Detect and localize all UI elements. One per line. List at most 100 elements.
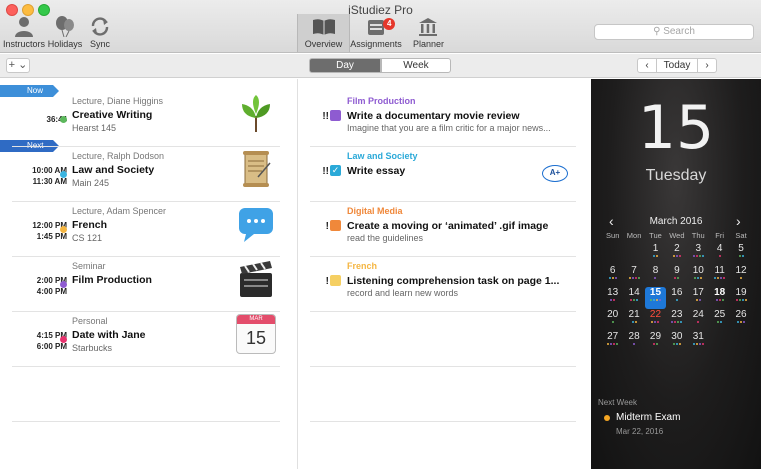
grade-badge: A+ — [542, 165, 568, 182]
event-color-dot — [60, 226, 67, 233]
calendar-day[interactable]: 9 — [666, 265, 687, 287]
calendar-day[interactable]: 12 — [730, 265, 751, 287]
event-item[interactable]: 10:00 AM 11:30 AM Lecture, Ralph Dodson L… — [12, 147, 280, 202]
event-title: Date with Jane — [72, 329, 146, 341]
calendar-day — [730, 331, 751, 353]
weekday-label: Tuesday — [645, 167, 707, 184]
calendar-day[interactable]: 2 — [666, 243, 687, 265]
weekday-header: Sat — [735, 231, 747, 240]
sync-icon — [91, 17, 109, 36]
task-checkbox[interactable] — [330, 110, 341, 121]
event-dots — [648, 343, 663, 346]
task-item[interactable]: Digital Media ! Create a moving or ‘anim… — [310, 202, 576, 257]
assignments-label: Assignments — [350, 39, 402, 49]
calendar-day[interactable]: 17 — [688, 287, 709, 309]
today-button[interactable]: Today — [656, 58, 698, 73]
calendar-day[interactable]: 18 — [709, 287, 730, 309]
event-item[interactable]: 4:15 PM 6:00 PM Personal Date with Jane S… — [12, 312, 280, 367]
event-room: Main 245 — [72, 178, 110, 188]
calendar-day[interactable]: 3 — [688, 243, 709, 265]
previous-day-button[interactable]: ‹ — [637, 58, 657, 73]
calendar-day[interactable]: 13 — [602, 287, 623, 309]
calendar-day[interactable]: 4 — [709, 243, 730, 265]
calendar-day[interactable]: 30 — [666, 331, 687, 353]
scroll-icon — [243, 151, 271, 187]
calendar-day[interactable]: 7 — [623, 265, 644, 287]
calendar-day[interactable]: 19 — [730, 287, 751, 309]
event-item[interactable]: 2:00 PM 4:00 PM Seminar Film Production — [12, 257, 280, 312]
task-title: Create a moving or ‘animated’ .gif image — [347, 220, 549, 232]
task-checkbox[interactable]: ✓ — [330, 165, 341, 176]
weekday-header: Tue — [649, 231, 662, 240]
calendar-day[interactable]: 10 — [688, 265, 709, 287]
calendar-day[interactable]: 16 — [666, 287, 687, 309]
calendar-day[interactable]: 5 — [730, 243, 751, 265]
calendar-day[interactable]: 31 — [688, 331, 709, 353]
event-dots — [605, 343, 620, 346]
calendar-day[interactable]: 22 — [645, 309, 666, 331]
event-dots — [626, 321, 641, 324]
next-week-date: Mar 22, 2016 — [616, 427, 664, 436]
calendar-day[interactable]: 28 — [623, 331, 644, 353]
assignments-button[interactable]: 4 Assignments — [350, 16, 402, 49]
week-tab[interactable]: Week — [381, 58, 451, 73]
column-divider — [297, 79, 298, 469]
calendar-day[interactable]: 11 — [709, 265, 730, 287]
event-dots — [691, 299, 706, 302]
overview-button[interactable]: Overview — [297, 14, 350, 52]
task-item[interactable]: French ! Listening comprehension task on… — [310, 257, 576, 312]
event-dots — [669, 343, 684, 346]
planner-label: Planner — [413, 39, 445, 49]
event-dots — [691, 343, 706, 346]
sync-button[interactable]: Sync — [87, 16, 113, 49]
calendar-day — [709, 331, 730, 353]
task-item[interactable]: Film Production !! Write a documentary m… — [310, 92, 576, 147]
calendar-day[interactable]: 25 — [709, 309, 730, 331]
calendar-day[interactable]: 20 — [602, 309, 623, 331]
holidays-button[interactable]: Holidays — [47, 16, 83, 49]
next-week-item[interactable]: Midterm Exam — [616, 412, 680, 423]
add-button[interactable]: + ⌄ — [6, 58, 30, 73]
day-tab[interactable]: Day — [309, 58, 381, 73]
calendar-icon: MAR 15 — [236, 314, 276, 354]
search-input[interactable]: ⚲ Search — [594, 24, 754, 40]
event-dots — [669, 299, 684, 302]
event-time: 12:00 PM 1:45 PM — [32, 221, 67, 241]
search-icon: ⚲ — [653, 26, 661, 37]
next-month-button[interactable]: › — [736, 213, 741, 229]
planner-button[interactable]: Planner — [413, 16, 445, 49]
event-dots — [691, 277, 706, 280]
next-day-button[interactable]: › — [697, 58, 717, 73]
calendar-day[interactable]: 29 — [645, 331, 666, 353]
leaf-icon — [242, 95, 270, 132]
event-time: 4:15 PM 6:00 PM — [36, 331, 67, 351]
calendar-day[interactable]: 8 — [645, 265, 666, 287]
task-checkbox[interactable] — [330, 275, 341, 286]
calendar-day — [623, 243, 644, 265]
instructors-button[interactable]: Instructors — [3, 16, 45, 49]
calendar-day[interactable]: 27 — [602, 331, 623, 353]
next-week-label: Next Week — [598, 398, 637, 407]
calendar-day[interactable]: 24 — [688, 309, 709, 331]
calendar-day[interactable]: 15 — [644, 287, 667, 309]
event-item[interactable]: 12:00 PM 1:45 PM Lecture, Adam Spencer Fr… — [12, 202, 280, 257]
calendar-day[interactable]: 1 — [645, 243, 666, 265]
event-dots — [605, 277, 620, 280]
calendar-day[interactable]: 6 — [602, 265, 623, 287]
calendar-day[interactable]: 26 — [730, 309, 751, 331]
calendar-day[interactable]: 23 — [666, 309, 687, 331]
window-title: iStudiez Pro — [348, 3, 413, 17]
big-day-number: 15 — [637, 93, 715, 163]
event-dots — [733, 299, 748, 302]
calendar-day[interactable]: 21 — [623, 309, 644, 331]
event-dots — [691, 255, 706, 258]
assignments-badge: 4 — [383, 18, 396, 30]
checkmark-icon: ✓ — [331, 165, 340, 175]
weekday-header: Fri — [715, 231, 725, 240]
calendar-day[interactable]: 14 — [623, 287, 644, 309]
event-kind: Lecture, Adam Spencer — [72, 206, 167, 216]
calendar-week-row: 6 7 8 9 10 11 12 — [602, 265, 752, 287]
task-item[interactable]: Law and Society !! ✓ Write essay A+ — [310, 147, 576, 202]
event-item[interactable]: 36:44 Lecture, Diane Higgins Creative Wr… — [12, 92, 280, 147]
task-checkbox[interactable] — [330, 220, 341, 231]
